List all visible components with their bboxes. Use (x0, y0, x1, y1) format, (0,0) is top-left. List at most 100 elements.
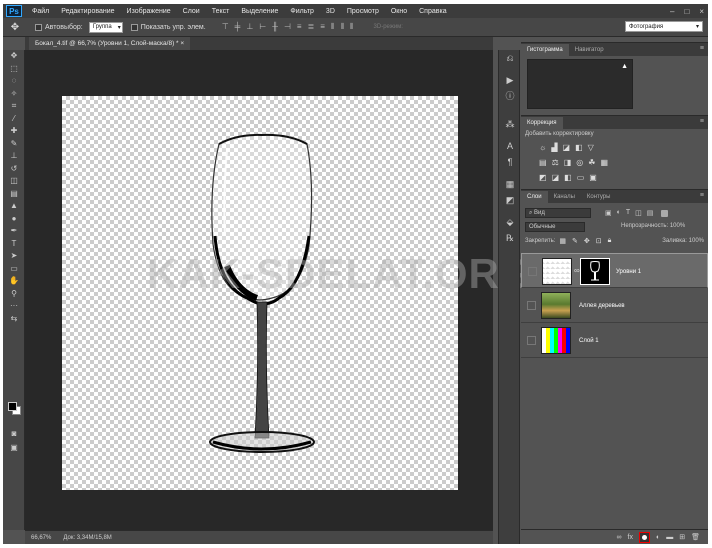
layer-row-alley[interactable]: Аллея деревьев (521, 288, 708, 323)
color-balance-icon[interactable]: ⚖ (552, 158, 559, 167)
menu-select[interactable]: Выделение (235, 8, 284, 15)
document-canvas[interactable] (62, 96, 458, 490)
brush-tool-icon[interactable]: ✎ (3, 138, 25, 151)
tab-correction[interactable]: Коррекция (521, 117, 563, 129)
warning-icon[interactable]: ▲ (621, 63, 628, 70)
pen-tool-icon[interactable]: ✒ (3, 225, 25, 238)
lasso-tool-icon[interactable]: ◌ (3, 75, 25, 88)
stamp-tool-icon[interactable]: ⊥ (3, 150, 25, 163)
tab-channels[interactable]: Каналы (548, 191, 581, 203)
black-white-icon[interactable]: ◨ (564, 158, 572, 167)
link-layers-icon[interactable]: ∞ (617, 534, 622, 541)
properties-panel-icon[interactable]: ℞ (499, 230, 521, 246)
tab-paths[interactable]: Контуры (581, 191, 617, 203)
eyedropper-tool-icon[interactable]: ⁄ (3, 113, 25, 126)
photo-filter-icon[interactable]: ◎ (576, 158, 583, 167)
layer-row-levels[interactable]: ∞ Уровни 1 (521, 253, 708, 288)
workspace-dropdown[interactable]: Фотография ▾ (625, 21, 703, 32)
eraser-tool-icon[interactable]: ◫ (3, 175, 25, 188)
opacity-value[interactable]: 100% (670, 223, 685, 229)
maximize-button[interactable]: □ (684, 7, 689, 16)
visibility-toggle[interactable] (527, 336, 536, 345)
posterize-icon[interactable]: ◪ (552, 173, 560, 182)
align-left-icon[interactable]: ⊢ (259, 22, 266, 32)
layer-name[interactable]: Уровни 1 (616, 269, 641, 275)
curves-icon[interactable]: ◪ (563, 143, 571, 152)
info-panel-icon[interactable]: ⓘ (499, 88, 521, 104)
distribute-bottom-icon[interactable]: ≡ (320, 22, 325, 32)
gradient-tool-icon[interactable]: ▤ (3, 188, 25, 201)
panel-menu-icon[interactable]: ≡ (700, 192, 704, 199)
shape-filter-icon[interactable]: ◫ (635, 209, 642, 217)
tab-histogram[interactable]: Гистограмма (521, 44, 569, 56)
vibrance-icon[interactable]: ▽ (588, 143, 594, 152)
fill-control[interactable]: Заливка: 100% (662, 238, 704, 244)
menu-text[interactable]: Текст (206, 8, 236, 15)
levels-adjustment-thumbnail[interactable] (542, 258, 572, 285)
gradient-map-icon[interactable]: ▭ (577, 173, 585, 182)
opacity-control[interactable]: Непрозрачность: 100% (621, 223, 685, 229)
selective-color-icon[interactable]: ▣ (589, 173, 597, 182)
zoom-level[interactable]: 66,67% (31, 535, 51, 541)
invert-icon[interactable]: ◩ (539, 173, 547, 182)
adjustment-layer-icon[interactable]: ◐ (656, 534, 660, 541)
distribute-hcenter-icon[interactable]: ⦀ (340, 22, 344, 32)
layer-mask-thumbnail[interactable] (580, 258, 610, 285)
character-panel-icon[interactable]: A (499, 138, 521, 154)
minimize-button[interactable]: – (670, 7, 674, 16)
menu-filter[interactable]: Фильтр (284, 8, 320, 15)
distribute-vcenter-icon[interactable]: ≣ (308, 22, 315, 32)
threshold-icon[interactable]: ◧ (564, 173, 572, 182)
menu-view[interactable]: Просмотр (341, 8, 385, 15)
layer-row-layer1[interactable]: Слой 1 (521, 323, 708, 358)
pixel-filter-icon[interactable]: ▣ (605, 209, 612, 217)
color-lookup-icon[interactable]: ▦ (600, 158, 608, 167)
levels-icon[interactable]: ▟ (551, 143, 557, 152)
filter-toggle[interactable] (661, 209, 669, 217)
align-top-icon[interactable]: ⊤ (222, 22, 229, 32)
panel-menu-icon[interactable]: ≡ (700, 118, 704, 125)
blur-tool-icon[interactable]: ▲ (3, 200, 25, 213)
fill-value[interactable]: 100% (689, 238, 704, 244)
layer-name[interactable]: Аллея деревьев (579, 303, 625, 309)
move-tool-preset-icon[interactable]: ✥ (3, 22, 27, 33)
doc-info[interactable]: Док: 3,34М/15,8М (63, 535, 111, 541)
tab-layers[interactable]: Слои (521, 191, 548, 203)
layer-name[interactable]: Слой 1 (579, 338, 599, 344)
add-layer-mask-button[interactable] (639, 531, 650, 543)
menu-help[interactable]: Справка (413, 8, 452, 15)
smart-object-filter-icon[interactable]: ▤ (647, 209, 654, 217)
menu-file[interactable]: Файл (26, 8, 55, 15)
crop-tool-icon[interactable]: ⌗ (3, 100, 25, 113)
lock-position-icon[interactable]: ✥ (584, 237, 590, 245)
distribute-right-icon[interactable]: ⦀ (350, 22, 354, 32)
zoom-tool-icon[interactable]: ⚲ (3, 288, 25, 301)
menu-3d[interactable]: 3D (320, 8, 341, 15)
fx-icon[interactable]: fx (628, 534, 633, 541)
layer-filter-dropdown[interactable]: ⌕ Вид (525, 208, 591, 218)
lock-pixels-icon[interactable]: ✎ (572, 237, 578, 245)
autoselect-checkbox[interactable] (35, 23, 42, 31)
brightness-icon[interactable]: ☼ (539, 143, 546, 152)
align-hcenter-icon[interactable]: ╫ (272, 22, 278, 32)
canvas-area[interactable]: KAK-SDELAT.ORG (25, 50, 533, 530)
exposure-icon[interactable]: ◧ (575, 143, 583, 152)
visibility-toggle[interactable] (528, 267, 537, 276)
hue-saturation-icon[interactable]: ▤ (539, 158, 547, 167)
dodge-tool-icon[interactable]: ● (3, 213, 25, 226)
healing-brush-icon[interactable]: ✚ (3, 125, 25, 138)
screen-mode-icon[interactable]: ▣ (3, 442, 25, 455)
quick-mask-icon[interactable]: ◙ (3, 428, 25, 441)
menu-edit[interactable]: Редактирование (55, 8, 120, 15)
lock-artboard-icon[interactable]: ⊡ (596, 237, 602, 245)
distribute-top-icon[interactable]: ≡ (297, 22, 302, 32)
type-tool-icon[interactable]: T (3, 238, 25, 251)
type-filter-icon[interactable]: T (626, 209, 630, 217)
new-group-icon[interactable]: ▬ (666, 534, 673, 541)
panel-menu-icon[interactable]: ≡ (700, 45, 704, 52)
distribute-left-icon[interactable]: ⦀ (331, 22, 335, 32)
align-right-icon[interactable]: ⊣ (284, 22, 291, 32)
layer-thumbnail[interactable] (541, 327, 571, 354)
tab-close-icon[interactable]: × (180, 40, 184, 47)
move-tool-icon[interactable]: ✥ (3, 50, 25, 63)
